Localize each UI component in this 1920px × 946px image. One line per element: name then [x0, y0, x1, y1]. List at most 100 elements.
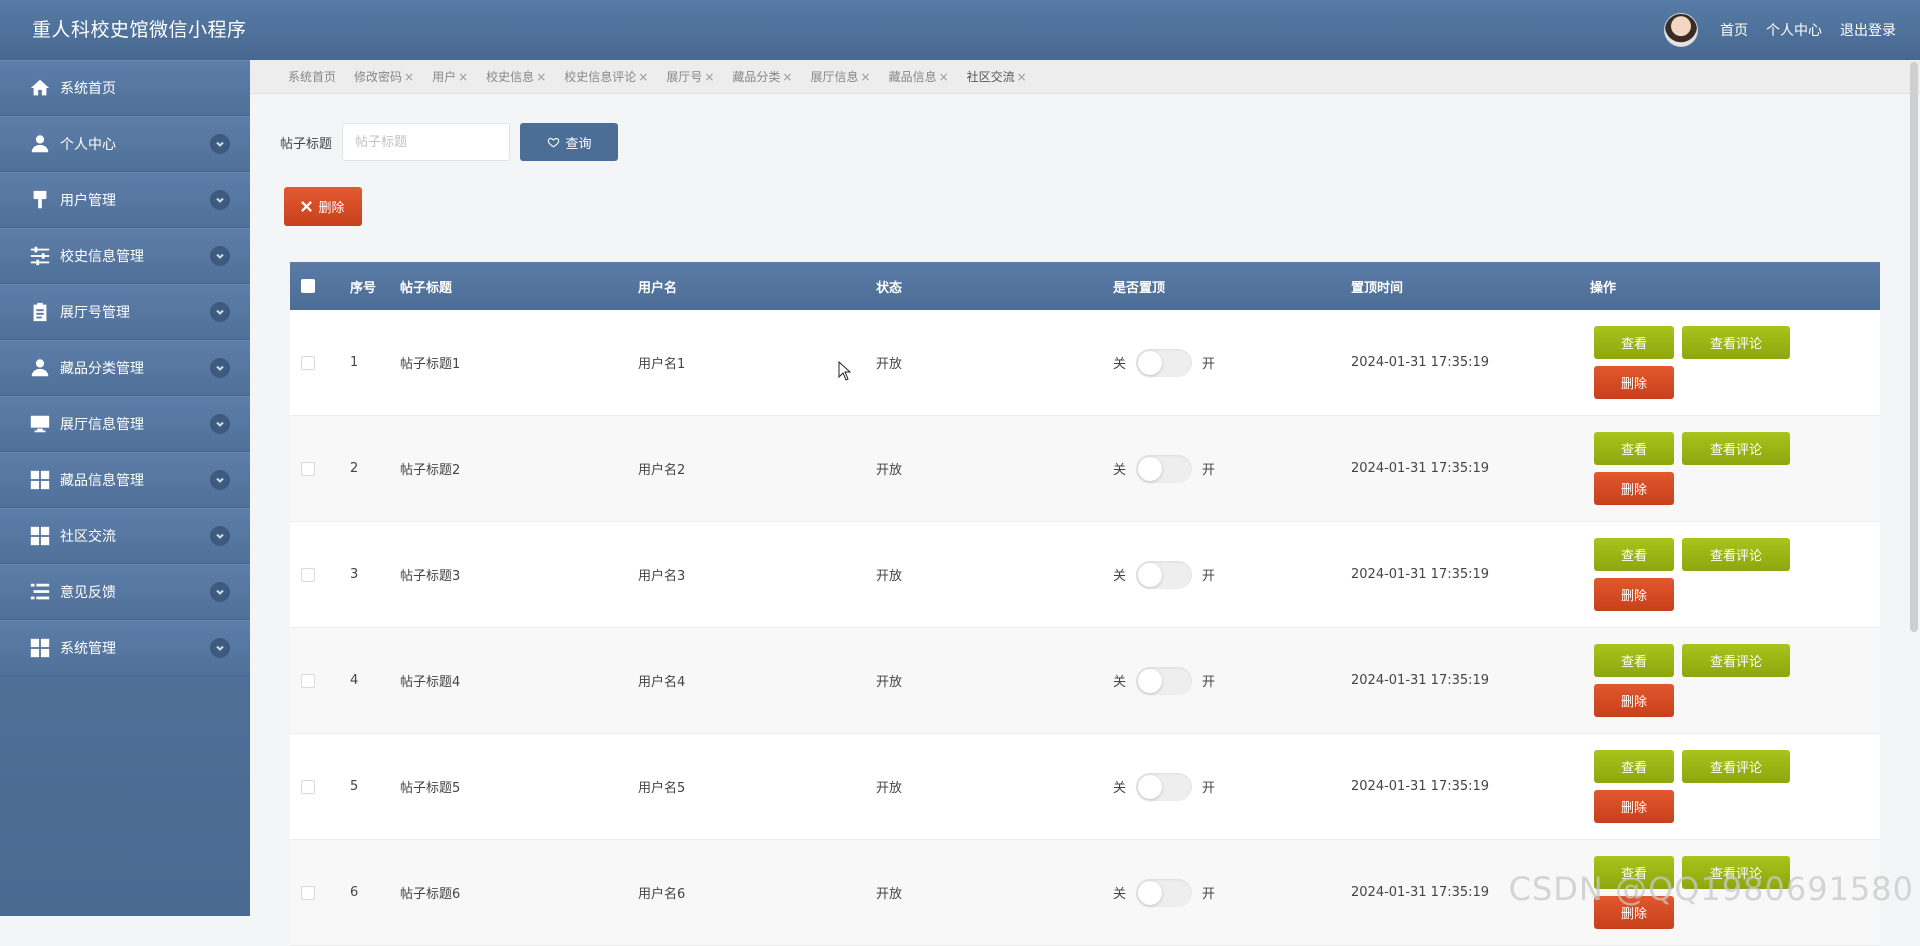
tab-close-icon[interactable]: × [782, 70, 792, 84]
chevron-down-icon[interactable] [210, 358, 230, 378]
view-comments-button[interactable]: 查看评论 [1682, 538, 1790, 571]
logout-link[interactable]: 退出登录 [1840, 20, 1896, 40]
monitor-icon [28, 412, 52, 436]
toggle-off-label: 关 [1113, 887, 1127, 902]
tab[interactable]: 藏品信息 × [889, 68, 949, 85]
search-button[interactable]: 查询 [520, 123, 619, 161]
home-link[interactable]: 首页 [1720, 20, 1748, 40]
row-checkbox[interactable] [301, 885, 315, 900]
pin-toggle[interactable] [1136, 348, 1193, 377]
row-username: 用户名5 [638, 781, 686, 796]
delete-button[interactable]: 删除 [1594, 366, 1674, 399]
sidebar-item-label: 社区交流 [60, 529, 116, 545]
tab[interactable]: 展厅信息 × [810, 68, 870, 85]
pin-toggle[interactable] [1136, 454, 1193, 483]
chevron-down-icon[interactable] [210, 134, 230, 154]
delete-button[interactable]: 删除 [1594, 790, 1674, 823]
sidebar-item[interactable]: 校史信息管理 [0, 228, 250, 284]
sidebar-item[interactable]: 藏品分类管理 [0, 340, 250, 396]
pin-toggle[interactable] [1136, 560, 1193, 589]
chevron-down-icon[interactable] [210, 526, 230, 546]
row-index: 6 [350, 885, 359, 900]
view-comments-button[interactable]: 查看评论 [1682, 326, 1790, 359]
sidebar-item[interactable]: 系统管理 [0, 620, 250, 676]
tab-close-icon[interactable]: × [536, 70, 546, 84]
top-header: 重人科校史馆微信小程序 首页 个人中心 退出登录 [0, 0, 1920, 60]
chevron-down-icon[interactable] [210, 638, 230, 658]
pin-toggle[interactable] [1136, 666, 1193, 695]
tab[interactable]: 修改密码 × [354, 68, 414, 85]
sidebar-item-label: 系统管理 [60, 641, 116, 657]
row-checkbox[interactable] [301, 355, 315, 370]
toggle-off-label: 关 [1113, 569, 1127, 584]
view-button[interactable]: 查看 [1594, 750, 1674, 783]
tab[interactable]: 系统首页 [288, 68, 336, 85]
view-button[interactable]: 查看 [1594, 644, 1674, 677]
tab-close-icon[interactable]: × [1017, 70, 1027, 84]
tab[interactable]: 展厅号 × [666, 68, 714, 85]
view-button[interactable]: 查看 [1594, 432, 1674, 465]
row-username: 用户名1 [638, 357, 686, 372]
view-button[interactable]: 查看 [1594, 538, 1674, 571]
chevron-down-icon[interactable] [210, 470, 230, 490]
view-button[interactable]: 查看 [1594, 326, 1674, 359]
sidebar-item[interactable]: 系统首页 [0, 60, 250, 116]
pin-toggle[interactable] [1136, 878, 1193, 907]
sidebar-item[interactable]: 展厅信息管理 [0, 396, 250, 452]
chevron-down-icon[interactable] [210, 414, 230, 434]
profile-link[interactable]: 个人中心 [1766, 20, 1822, 40]
tab-label: 社区交流 [966, 70, 1015, 84]
row-checkbox[interactable] [301, 673, 315, 688]
row-title: 帖子标题5 [400, 781, 461, 796]
chevron-down-icon[interactable] [210, 246, 230, 266]
row-index: 4 [350, 673, 359, 688]
row-checkbox[interactable] [301, 779, 315, 794]
view-comments-button[interactable]: 查看评论 [1682, 644, 1790, 677]
pin-toggle[interactable] [1136, 772, 1193, 801]
tab[interactable]: 校史信息 × [486, 68, 546, 85]
tab-close-icon[interactable]: × [939, 70, 949, 84]
brush-icon [28, 188, 52, 212]
search-input[interactable] [342, 123, 511, 161]
chevron-down-icon[interactable] [210, 582, 230, 602]
view-comments-button[interactable]: 查看评论 [1682, 432, 1790, 465]
scrollbar[interactable] [1910, 62, 1918, 632]
sidebar-item[interactable]: 社区交流 [0, 508, 250, 564]
chevron-down-icon[interactable] [210, 302, 230, 322]
tab-label: 系统首页 [288, 70, 337, 84]
chevron-down-icon[interactable] [210, 190, 230, 210]
sidebar-item[interactable]: 用户管理 [0, 172, 250, 228]
tab-close-icon[interactable]: × [458, 70, 468, 84]
select-all-checkbox[interactable] [301, 279, 315, 293]
sidebar-item[interactable]: 意见反馈 [0, 564, 250, 620]
avatar[interactable] [1664, 13, 1698, 47]
tab-close-icon[interactable]: × [404, 70, 414, 84]
delete-button[interactable]: 删除 [1594, 578, 1674, 611]
view-comments-button[interactable]: 查看评论 [1682, 750, 1790, 783]
tab-close-icon[interactable]: × [704, 70, 714, 84]
pin-toggle-group: 关开 [1113, 878, 1215, 907]
sidebar-item-label: 个人中心 [60, 137, 116, 153]
row-checkbox[interactable] [301, 461, 315, 476]
row-title: 帖子标题6 [400, 887, 461, 902]
tab[interactable]: 校史信息评论 × [564, 68, 648, 85]
row-title: 帖子标题3 [400, 569, 461, 584]
row-actions: 查看 查看评论 删除 [1594, 750, 1814, 823]
tab-close-icon[interactable]: × [638, 70, 648, 84]
sliders-icon [28, 244, 52, 268]
row-checkbox[interactable] [301, 567, 315, 582]
sidebar-item[interactable]: 个人中心 [0, 116, 250, 172]
tab-label: 校史信息 [486, 70, 535, 84]
search-bar: 帖子标题 查询 [280, 123, 619, 161]
pin-toggle-group: 关开 [1113, 772, 1215, 801]
sidebar-item[interactable]: 藏品信息管理 [0, 452, 250, 508]
delete-button[interactable]: 删除 [1594, 684, 1674, 717]
delete-button[interactable]: 删除 [1594, 472, 1674, 505]
sidebar-item[interactable]: 展厅号管理 [0, 284, 250, 340]
tab[interactable]: 藏品分类 × [732, 68, 792, 85]
tab[interactable]: 用户 × [432, 68, 468, 85]
tab[interactable]: 社区交流 × [967, 68, 1027, 85]
row-username: 用户名6 [638, 887, 686, 902]
tab-close-icon[interactable]: × [861, 70, 871, 84]
bulk-delete-button[interactable]: 删除 [284, 187, 362, 226]
